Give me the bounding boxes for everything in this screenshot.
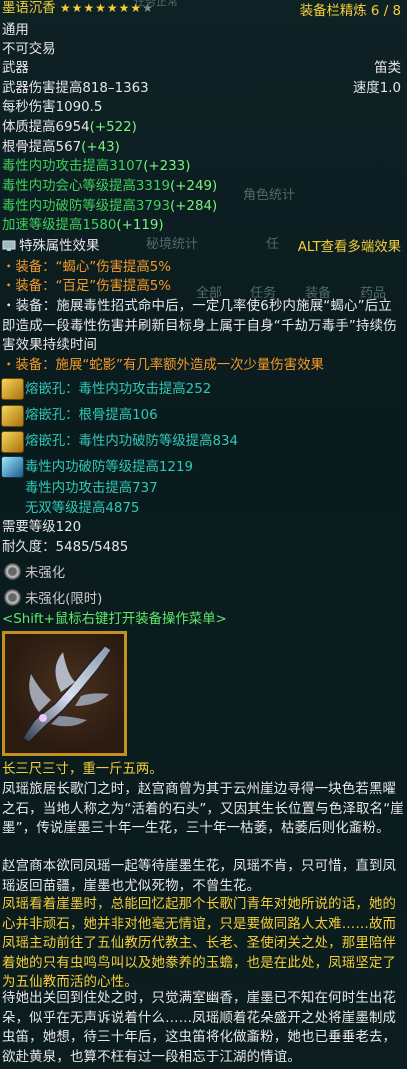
special-effect-3: ・装备：施展毒性招式命中后，一定几率使6秒内施展“蝎心”后立即造成一段毒性伤害并…: [2, 299, 397, 354]
stat-poison-pierce: 毒性内功破防等级提高3793(+284): [2, 199, 218, 214]
star-icon: ★: [95, 1, 107, 15]
star-icon: ★: [83, 1, 96, 15]
binding-type: 通用: [2, 23, 29, 38]
refine-level: 装备栏精炼 6 / 8: [299, 4, 401, 19]
strengthen-slot-1: 未强化: [25, 566, 66, 581]
item-category: 武器: [2, 61, 29, 76]
special-effects-title: 特殊属性效果: [2, 237, 99, 257]
star-icon: ★: [59, 1, 72, 15]
ghost-secret-stats: 秘境统计: [146, 237, 199, 252]
lore-paragraph-1: 凤瑶旅居长歌门之时，赵宫商曾为其于云州崖边寻得一块色若黑曜之石，当地人称之为“活…: [2, 782, 404, 837]
special-effect-1: ・装备：“蝎心”伤害提高5%: [2, 260, 172, 275]
strengthen-slot-icon: [4, 589, 21, 606]
alt-hint: ALT查看多端效果: [297, 240, 401, 255]
ghost-role-stats: 角色统计: [243, 188, 296, 203]
stat-constitution: 体质提高6954(+522): [2, 120, 137, 135]
socket-gem-icon: [1, 378, 24, 400]
lore-paragraph-2: 赵宫商本欲同凤瑶一起等待崖墨生花，凤瑶不肯，只可惜，直到凤瑶返回苗疆，崖墨也尤似…: [2, 859, 397, 894]
lore-paragraph-3: 凤瑶看着崖墨时，总能回忆起那个长歌门青年对她所说的话，她的心并非顽石，她并非对他…: [2, 897, 397, 991]
enchant-line-2: 毒性内功攻击提高737: [25, 481, 158, 496]
stat-bone: 根骨提高567(+43): [2, 140, 120, 155]
item-subtype: 笛类: [374, 61, 401, 76]
socket-gem-icon: [1, 431, 24, 453]
shift-hint: <Shift+鼠标右键打开装备操作菜单>: [2, 612, 227, 627]
special-effect-4: ・装备：施展“蛇影”有几率额外造成一次少量伤害效果: [2, 358, 324, 373]
attack-speed: 速度1.0: [352, 81, 401, 96]
socket-3: 熔嵌孔：毒性内功破防等级提高834: [25, 434, 239, 449]
star-icon: ★: [71, 1, 84, 15]
required-level: 需要等级120: [2, 520, 82, 535]
dps: 每秒伤害1090.5: [2, 100, 103, 115]
enchant-line-1: 毒性内功破防等级提高1219: [25, 460, 193, 475]
ghost-ren: 任: [266, 237, 280, 252]
star-icon: ★: [118, 1, 131, 15]
strengthen-slot-icon: [4, 563, 21, 580]
stat-haste: 加速等级提高1580(+119): [2, 218, 164, 233]
special-effect-2: ・装备：“百足”伤害提高5%: [2, 279, 172, 294]
monitor-icon: [2, 240, 16, 251]
lore-paragraph-4: 待她出关回到住处之时，只觉满室幽香，崖墨已不知在何时生出花朵，似乎在无声诉说着什…: [2, 991, 397, 1065]
socket-1: 熔嵌孔：毒性内功攻击提高252: [25, 382, 212, 397]
enchant-line-3: 无双等级提高4875: [25, 501, 140, 516]
weapon-damage: 武器伤害提高818–1363: [2, 81, 149, 96]
enchant-icon: [1, 456, 24, 478]
ghost-task-tag: 任务正常: [134, 0, 178, 8]
item-name: 墨语沉香 ★★★★★★★★: [2, 1, 154, 16]
durability: 耐久度：5485/5485: [2, 540, 129, 555]
strengthen-slot-2: 未强化(限时): [25, 592, 103, 607]
star-icon: ★: [106, 1, 119, 15]
weapon-image: [2, 631, 127, 756]
stat-poison-attack: 毒性内功攻击提高3107(+233): [2, 159, 191, 174]
socket-gem-icon: [1, 405, 24, 427]
socket-2: 熔嵌孔：根骨提高106: [25, 408, 158, 423]
stat-poison-crit: 毒性内功会心等级提高3319(+249): [2, 179, 218, 194]
trade-status: 不可交易: [2, 42, 56, 57]
item-size: 长三尺三寸，重一斤五两。: [2, 762, 163, 777]
